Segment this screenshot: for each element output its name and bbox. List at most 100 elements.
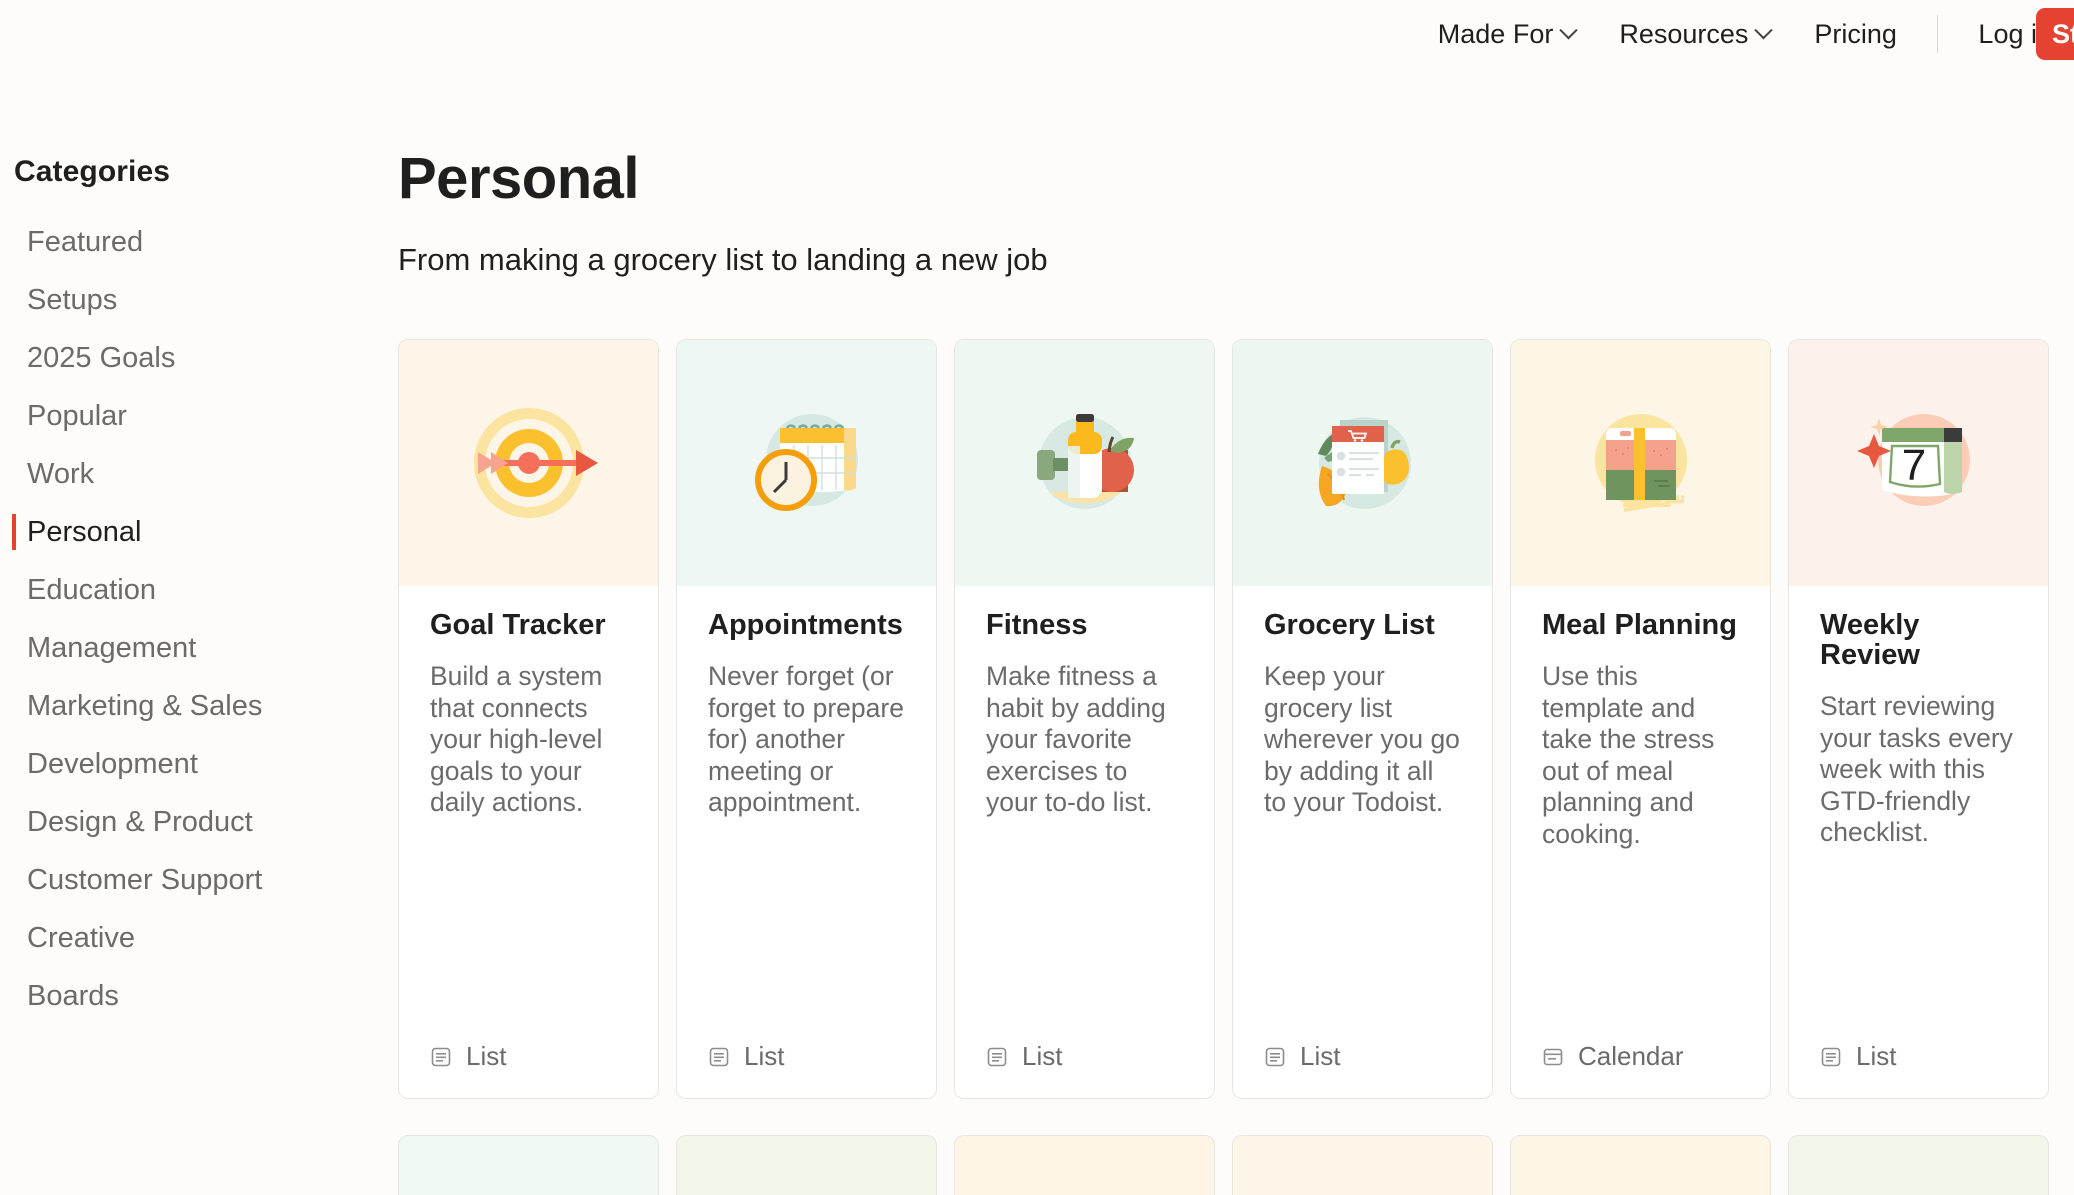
list-icon xyxy=(431,1047,451,1066)
sidebar-item-label: Personal xyxy=(27,516,142,548)
sidebar-item-label: Boards xyxy=(27,980,119,1012)
card-artwork: 7 xyxy=(1789,340,2048,586)
water-bottle-apple-dumbbell-icon xyxy=(1036,414,1134,509)
card-footer: List xyxy=(1789,1041,2048,1098)
sidebar-item-label: 2025 Goals xyxy=(27,342,176,374)
categories-sidebar: Categories Featured Setups 2025 Goals Po… xyxy=(0,155,398,1025)
card-description: Keep your grocery list wherever you go b… xyxy=(1264,661,1460,818)
template-card-partial[interactable] xyxy=(1510,1135,1771,1195)
template-card-grid: Goal Tracker Build a system that connect… xyxy=(398,339,2049,1099)
template-card-goal-tracker[interactable]: Goal Tracker Build a system that connect… xyxy=(398,339,659,1099)
sidebar-item-personal[interactable]: Personal xyxy=(0,503,398,561)
sidebar-item-label: Featured xyxy=(27,226,144,258)
card-body: Weekly Review Start reviewing your tasks… xyxy=(1789,586,2048,1041)
card-description: Build a system that connects your high-l… xyxy=(430,661,603,818)
card-artwork xyxy=(677,340,936,586)
card-view-type: List xyxy=(744,1041,785,1071)
sidebar-item-label: Customer Support xyxy=(27,864,263,896)
page-subtitle: From making a grocery list to landing a … xyxy=(398,242,1048,277)
nav-links: Made For Resources Pricing Log in xyxy=(1416,15,2074,53)
sidebar-item-creative[interactable]: Creative xyxy=(0,909,398,967)
sidebar-item-development[interactable]: Development xyxy=(0,735,398,793)
template-card-partial[interactable] xyxy=(676,1135,937,1195)
list-icon xyxy=(1821,1047,1841,1066)
card-description: Start reviewing your tasks every week wi… xyxy=(1820,691,2013,848)
card-description: Use this template and take the stress ou… xyxy=(1542,661,1715,849)
list-icon xyxy=(1265,1047,1285,1066)
sidebar-item-customer-support[interactable]: Customer Support xyxy=(0,851,398,909)
card-view-type: Calendar xyxy=(1578,1041,1684,1071)
card-title: Fitness xyxy=(986,609,1088,641)
shopping-list-vegetables-icon xyxy=(1317,417,1411,509)
template-card-grocery-list[interactable]: Grocery List Keep your grocery list wher… xyxy=(1232,339,1493,1099)
card-body: Appointments Never forget (or forget to … xyxy=(677,586,936,1041)
sidebar-item-design-and-product[interactable]: Design & Product xyxy=(0,793,398,851)
card-footer: List xyxy=(1233,1041,1492,1098)
sidebar-item-featured[interactable]: Featured xyxy=(0,213,398,271)
nav-divider xyxy=(1936,15,1939,53)
template-card-appointments[interactable]: Appointments Never forget (or forget to … xyxy=(676,339,937,1099)
card-title: Grocery List xyxy=(1264,609,1435,641)
sidebar-item-2025-goals[interactable]: 2025 Goals xyxy=(0,329,398,387)
sidebar-item-work[interactable]: Work xyxy=(0,445,398,503)
sidebar-item-label: Work xyxy=(27,458,95,490)
card-description: Make fitness a habit by adding your favo… xyxy=(986,661,1166,818)
top-navigation-bar: Made For Resources Pricing Log in xyxy=(0,0,2074,68)
sidebar-item-label: Creative xyxy=(27,922,135,954)
card-title: Meal Planning xyxy=(1542,609,1737,641)
card-view-type: List xyxy=(466,1041,507,1071)
nav-item-label: Pricing xyxy=(1814,18,1897,49)
svg-text:7: 7 xyxy=(1901,441,1925,490)
chevron-down-icon xyxy=(1559,20,1579,39)
card-title: Appointments xyxy=(708,609,903,641)
calendar-icon xyxy=(1543,1048,1563,1065)
template-card-partial[interactable] xyxy=(954,1135,1215,1195)
card-artwork xyxy=(1233,340,1492,586)
template-card-fitness[interactable]: Fitness Make fitness a habit by adding y… xyxy=(954,339,1215,1099)
card-body: Grocery List Keep your grocery list wher… xyxy=(1233,586,1492,1041)
card-body: Meal Planning Use this template and take… xyxy=(1511,586,1770,1041)
card-body: Goal Tracker Build a system that connect… xyxy=(399,586,658,1041)
nav-item-label: Resources xyxy=(1619,18,1749,49)
nav-item-pricing[interactable]: Pricing xyxy=(1792,19,1919,50)
card-artwork xyxy=(399,340,658,586)
template-card-meal-planning[interactable]: Meal Planning Use this template and take… xyxy=(1510,339,1771,1099)
sidebar-item-marketing-and-sales[interactable]: Marketing & Sales xyxy=(0,677,398,735)
sidebar-item-label: Management xyxy=(27,632,197,664)
bento-box-fork-icon xyxy=(1594,414,1687,512)
card-view-type: List xyxy=(1300,1041,1341,1071)
template-card-partial[interactable] xyxy=(398,1135,659,1195)
card-footer: List xyxy=(677,1041,936,1098)
card-view-type: List xyxy=(1022,1041,1063,1071)
template-card-partial[interactable] xyxy=(1232,1135,1493,1195)
nav-item-made-for[interactable]: Made For xyxy=(1416,19,1598,50)
template-card-partial[interactable] xyxy=(1788,1135,2049,1195)
sidebar-item-label: Popular xyxy=(27,400,127,432)
sidebar-item-management[interactable]: Management xyxy=(0,619,398,677)
sidebar-item-setups[interactable]: Setups xyxy=(0,271,398,329)
signup-button[interactable]: Start for free xyxy=(2036,8,2074,60)
calendar-seven-sparkle-icon: 7 xyxy=(1856,414,1970,506)
card-footer: List xyxy=(399,1041,658,1098)
card-view-type: List xyxy=(1856,1041,1897,1071)
page-title: Personal xyxy=(398,146,640,211)
sidebar-item-popular[interactable]: Popular xyxy=(0,387,398,445)
chevron-down-icon xyxy=(1754,20,1774,39)
template-card-weekly-review[interactable]: 7 Weekly Review Start reviewing your tas… xyxy=(1788,339,2049,1099)
sidebar-title: Categories xyxy=(14,155,171,188)
card-footer: List xyxy=(955,1041,1214,1098)
calendar-clock-icon xyxy=(754,414,858,511)
sidebar-item-label: Development xyxy=(27,748,198,780)
card-description: Never forget (or forget to prepare for) … xyxy=(708,661,904,818)
nav-item-label: Made For xyxy=(1437,18,1554,49)
sidebar-item-label: Setups xyxy=(27,284,118,316)
list-icon xyxy=(987,1047,1007,1066)
sidebar-item-boards[interactable]: Boards xyxy=(0,967,398,1025)
card-footer: Calendar xyxy=(1511,1041,1770,1098)
card-artwork xyxy=(955,340,1214,586)
sidebar-item-education[interactable]: Education xyxy=(0,561,398,619)
card-title: Weekly Review xyxy=(1820,609,1920,672)
nav-item-resources[interactable]: Resources xyxy=(1597,19,1792,50)
sidebar-item-label: Education xyxy=(27,574,156,606)
card-body: Fitness Make fitness a habit by adding y… xyxy=(955,586,1214,1041)
